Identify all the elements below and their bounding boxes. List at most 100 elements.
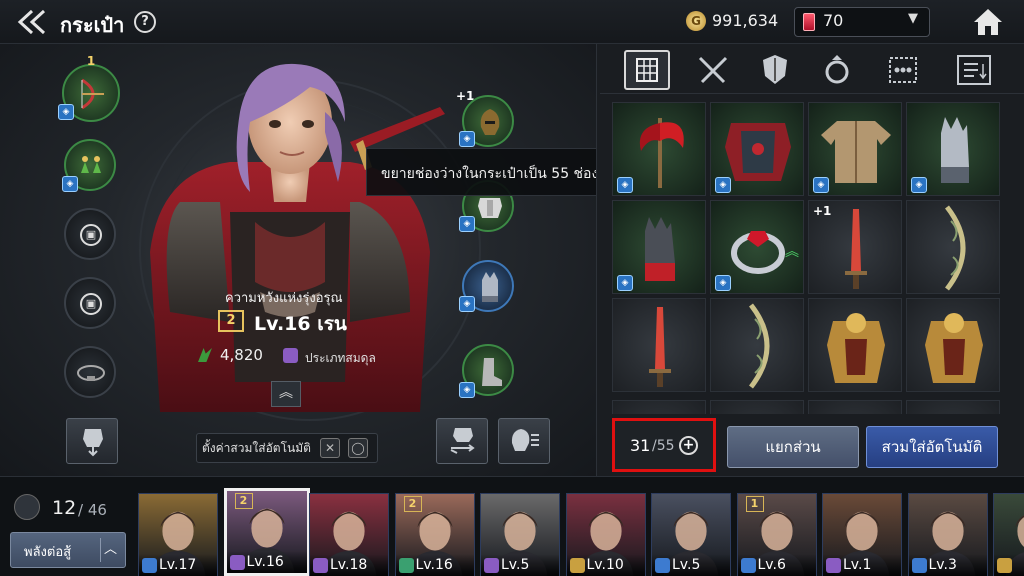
owned-heroes-count: 12 xyxy=(52,497,77,519)
hero-card[interactable]: Lv.18 xyxy=(309,493,389,576)
balance-type-icon xyxy=(283,348,298,363)
inventory-item-partial[interactable] xyxy=(808,400,902,414)
hero-card[interactable]: 2 Lv.16 xyxy=(223,488,310,576)
inventory-item-steel-gauntlet[interactable]: ◈ xyxy=(906,102,1000,196)
hero-class-icon xyxy=(826,558,841,573)
tab-accessory[interactable] xyxy=(814,52,860,92)
inventory-item-red-axe[interactable]: ◈ xyxy=(612,102,706,196)
inventory-item-cloth-shirt[interactable]: ◈ xyxy=(808,102,902,196)
armor-icon xyxy=(478,198,502,218)
inventory-item-partial[interactable] xyxy=(612,400,706,414)
locked-slot[interactable]: ▣ xyxy=(64,277,116,329)
gauntlet-icon xyxy=(482,272,498,302)
hero-card[interactable]: Lv.10 xyxy=(565,493,646,576)
hero-class-icon xyxy=(740,558,756,573)
belt-slot[interactable] xyxy=(64,346,116,398)
expand-info-button[interactable]: ︽ xyxy=(271,381,301,407)
inventory-item-partial[interactable] xyxy=(906,400,1000,414)
gold-armor-icon xyxy=(925,313,983,383)
class-tag-icon: ◈ xyxy=(459,382,475,398)
hero-class-icon xyxy=(398,558,414,573)
hero-class-icon xyxy=(655,558,670,573)
inventory-item-gold-armor[interactable] xyxy=(808,298,902,392)
page-title: กระเป๋า xyxy=(60,13,125,37)
vine-bow-icon xyxy=(749,303,770,389)
inventory-item-red-armor[interactable]: ◈ xyxy=(710,102,804,196)
inventory-item-gold-armor[interactable] xyxy=(906,298,1000,392)
hero-grade-badge: 1 xyxy=(745,496,764,512)
inventory-item-ruby-ring[interactable]: ◈ ︽ xyxy=(710,200,804,294)
inventory-item-red-sword[interactable] xyxy=(612,298,706,392)
ring-toggle-icon[interactable]: ◯ xyxy=(348,438,368,458)
inventory-item-partial[interactable] xyxy=(710,400,804,414)
armor-view-button[interactable] xyxy=(66,418,118,464)
hero-card[interactable] xyxy=(993,493,1024,576)
tab-all[interactable] xyxy=(624,50,670,90)
hero-card[interactable]: Lv.5 xyxy=(651,493,731,576)
red-gem-icon xyxy=(803,13,815,31)
class-tag-icon: ◈ xyxy=(911,177,927,193)
hero-card[interactable]: Lv.1 xyxy=(822,493,902,576)
armor-down-icon xyxy=(83,429,103,457)
back-arrow-icon xyxy=(17,9,46,35)
inventory-item-vine-bow[interactable] xyxy=(710,298,804,392)
sword-toggle-icon[interactable]: ✕ xyxy=(320,438,340,458)
class-tag-icon: ◈ xyxy=(715,275,731,291)
chevron-down-icon[interactable]: ▼ xyxy=(908,11,918,26)
class-tag-icon: ◈ xyxy=(459,296,475,312)
dismantle-button[interactable]: แยกส่วน xyxy=(727,426,859,468)
character-grade-badge: 2 xyxy=(218,310,244,332)
home-button[interactable] xyxy=(970,6,1006,38)
helmet-icon xyxy=(480,109,500,135)
swap-armor-icon xyxy=(450,428,475,454)
inventory-item-red-sword[interactable]: +1 xyxy=(808,200,902,294)
earring-icon xyxy=(81,156,101,173)
hero-class-icon xyxy=(313,558,328,573)
hero-card-list: Lv.17 2 Lv.16 Lv.18 2 Lv.16 Lv.5 Lv.10 Lv.5 1 Lv.6… xyxy=(138,488,1024,576)
grid-icon xyxy=(636,58,658,82)
auto-equip-setting-label: ตั้งค่าสวมใส่อัตโนมัติ xyxy=(202,441,311,455)
inventory-item-dark-gauntlet[interactable]: ◈ xyxy=(612,200,706,294)
add-slot-icon[interactable]: + xyxy=(679,436,698,455)
swap-equipment-button[interactable] xyxy=(436,418,488,464)
vine-bow-icon xyxy=(945,205,966,291)
hero-class-icon xyxy=(142,558,157,573)
sort-button[interactable] xyxy=(952,52,998,92)
inventory-grid-next-row xyxy=(612,400,1004,414)
tab-armor[interactable] xyxy=(752,52,798,92)
hero-card[interactable]: Lv.17 xyxy=(138,493,218,576)
hero-card[interactable]: Lv.3 xyxy=(907,493,988,576)
hero-class-icon xyxy=(569,558,585,573)
hero-card[interactable]: 2 Lv.16 xyxy=(394,493,475,576)
gold-armor-icon xyxy=(827,313,885,383)
hero-card[interactable]: 1 Lv.6 xyxy=(736,493,817,576)
auto-equip-button[interactable]: สวมใส่อัตโนมัติ xyxy=(866,426,998,468)
tab-etc[interactable] xyxy=(880,52,926,92)
back-button[interactable] xyxy=(14,7,54,37)
help-button[interactable]: ? xyxy=(134,11,156,33)
home-icon xyxy=(974,9,1002,35)
class-tag-icon: ◈ xyxy=(459,216,475,232)
hero-class-icon xyxy=(911,558,927,573)
sort-by-power-label: พลังต่อสู้ xyxy=(24,545,72,560)
class-tag-icon: ◈ xyxy=(58,104,74,120)
tab-weapon[interactable] xyxy=(690,52,736,92)
hero-class-icon xyxy=(997,558,1012,573)
inventory-item-vine-bow[interactable] xyxy=(906,200,1000,294)
sort-icon xyxy=(957,55,991,85)
character-level-name: Lv.16 เรน xyxy=(254,313,347,335)
hero-capacity: / 46 xyxy=(78,501,107,519)
gem-amount: 70 xyxy=(823,11,844,30)
hero-grade-badge: 2 xyxy=(403,496,422,512)
class-tag-icon: ◈ xyxy=(813,177,829,193)
hero-class-icon xyxy=(484,558,499,573)
locked-slot[interactable]: ▣ xyxy=(64,208,116,260)
class-tag-icon: ◈ xyxy=(617,275,633,291)
preset-equipment-button[interactable] xyxy=(498,418,550,464)
grade-badge: 1 xyxy=(86,54,96,68)
chevron-up-icon[interactable]: ︿ xyxy=(100,538,120,562)
enhance-level: +1 xyxy=(813,204,832,218)
upgrade-arrow-icon: ︽ xyxy=(785,244,799,260)
crossed-swords-icon xyxy=(698,56,728,84)
hero-card[interactable]: Lv.5 xyxy=(480,493,560,576)
